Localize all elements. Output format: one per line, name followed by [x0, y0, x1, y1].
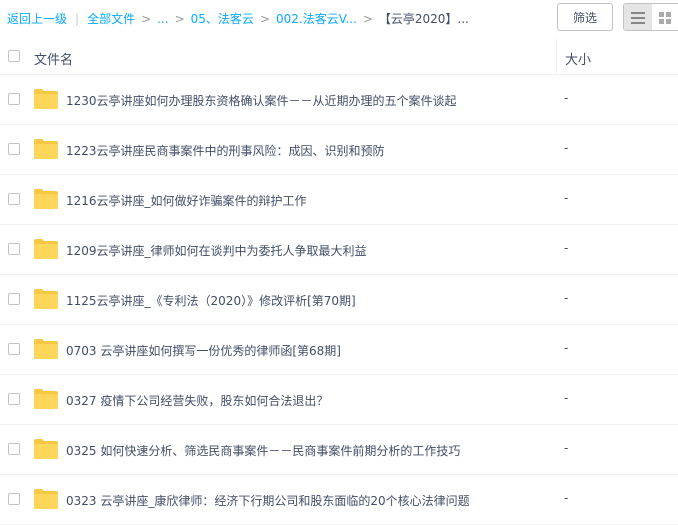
row-checkbox[interactable] — [8, 493, 20, 505]
folder-icon — [33, 88, 59, 110]
column-header-name[interactable]: 文件名 — [34, 49, 73, 68]
row-checkbox[interactable] — [8, 343, 20, 355]
file-name[interactable]: 1216云亭讲座_如何做好诈骗案件的辩护工作 — [66, 192, 307, 209]
column-header-size[interactable]: 大小 — [565, 49, 591, 68]
folder-icon — [33, 188, 59, 210]
row-checkbox[interactable] — [8, 293, 20, 305]
list-view-icon[interactable] — [624, 4, 652, 31]
chevron-right-icon: > — [260, 12, 270, 26]
file-size: - — [564, 91, 568, 105]
table-row[interactable]: 0703 云亭讲座如何撰写一份优秀的律师函[第68期] - — [0, 325, 678, 375]
file-name[interactable]: 0327 疫情下公司经营失败，股东如何合法退出？ — [66, 392, 328, 409]
file-size: - — [564, 391, 568, 405]
toolbar: 返回上一级 | 全部文件 >... >05、法客云 >002.法客云V... > 【云亭202… — [0, 0, 678, 36]
file-name[interactable]: 1209云亭讲座_律师如何在谈判中为委托人争取最大利益 — [66, 242, 367, 259]
table-row[interactable]: 1223云亭讲座民商事案件中的刑事风险：成因、识别和预防 - — [0, 125, 678, 175]
folder-icon — [33, 488, 59, 510]
file-name[interactable]: 0323 云亭讲座_康欣律师：经济下行期公司和股东面临的20个核心法律问题 — [66, 492, 470, 509]
row-checkbox[interactable] — [8, 393, 20, 405]
file-name[interactable]: 0325 如何快速分析、筛选民商事案件－－民商事案件前期分析的工作技巧 — [66, 442, 460, 459]
folder-icon — [33, 388, 59, 410]
file-size: - — [564, 191, 568, 205]
select-all-checkbox[interactable] — [8, 50, 20, 62]
table-row[interactable]: 1125云亭讲座_《专利法（2020）》修改评析[第70期] - — [0, 275, 678, 325]
folder-icon — [33, 138, 59, 160]
table-row[interactable]: 0327 疫情下公司经营失败，股东如何合法退出？ - — [0, 375, 678, 425]
row-checkbox[interactable] — [8, 193, 20, 205]
back-link[interactable]: 返回上一级 — [7, 12, 67, 26]
file-name[interactable]: 1125云亭讲座_《专利法（2020）》修改评析[第70期] — [66, 292, 356, 309]
folder-icon — [33, 238, 59, 260]
file-name[interactable]: 1230云亭讲座如何办理股东资格确认案件－－从近期办理的五个案件谈起 — [66, 92, 457, 109]
file-name[interactable]: 1223云亭讲座民商事案件中的刑事风险：成因、识别和预防 — [66, 142, 385, 159]
filter-button[interactable]: 筛选 — [557, 3, 613, 31]
breadcrumb-root[interactable]: 全部文件 — [87, 12, 135, 26]
file-size: - — [564, 291, 568, 305]
folder-icon — [33, 338, 59, 360]
chevron-right-icon: > — [175, 12, 185, 26]
row-checkbox[interactable] — [8, 243, 20, 255]
chevron-right-icon: > — [363, 12, 373, 26]
table-row[interactable]: 1209云亭讲座_律师如何在谈判中为委托人争取最大利益 - — [0, 225, 678, 275]
folder-icon — [33, 438, 59, 460]
file-size: - — [564, 241, 568, 255]
row-checkbox[interactable] — [8, 143, 20, 155]
row-checkbox[interactable] — [8, 93, 20, 105]
table-row[interactable]: 1216云亭讲座_如何做好诈骗案件的辩护工作 - — [0, 175, 678, 225]
breadcrumb-divider: | — [75, 12, 79, 26]
breadcrumb: 返回上一级 | 全部文件 >... >05、法客云 >002.法客云V... > 【云亭202… — [7, 10, 469, 27]
file-size: - — [564, 141, 568, 155]
breadcrumb-level2[interactable]: 002.法客云V... — [276, 12, 357, 26]
table-header: 文件名 大小 — [0, 38, 678, 75]
breadcrumb-level1[interactable]: 05、法客云 — [191, 12, 254, 26]
file-size: - — [564, 341, 568, 355]
table-row[interactable]: 0325 如何快速分析、筛选民商事案件－－民商事案件前期分析的工作技巧 - — [0, 425, 678, 475]
table-row[interactable]: 1230云亭讲座如何办理股东资格确认案件－－从近期办理的五个案件谈起 - — [0, 75, 678, 125]
chevron-right-icon: > — [141, 12, 151, 26]
column-divider — [556, 38, 557, 74]
breadcrumb-ellipsis[interactable]: ... — [157, 12, 168, 26]
breadcrumb-current: 【云亭2020】... — [379, 12, 469, 26]
row-checkbox[interactable] — [8, 443, 20, 455]
file-name[interactable]: 0703 云亭讲座如何撰写一份优秀的律师函[第68期] — [66, 342, 341, 359]
folder-icon — [33, 288, 59, 310]
file-size: - — [564, 441, 568, 455]
view-switch — [623, 3, 678, 31]
grid-view-icon[interactable] — [652, 4, 678, 31]
file-size: - — [564, 491, 568, 505]
